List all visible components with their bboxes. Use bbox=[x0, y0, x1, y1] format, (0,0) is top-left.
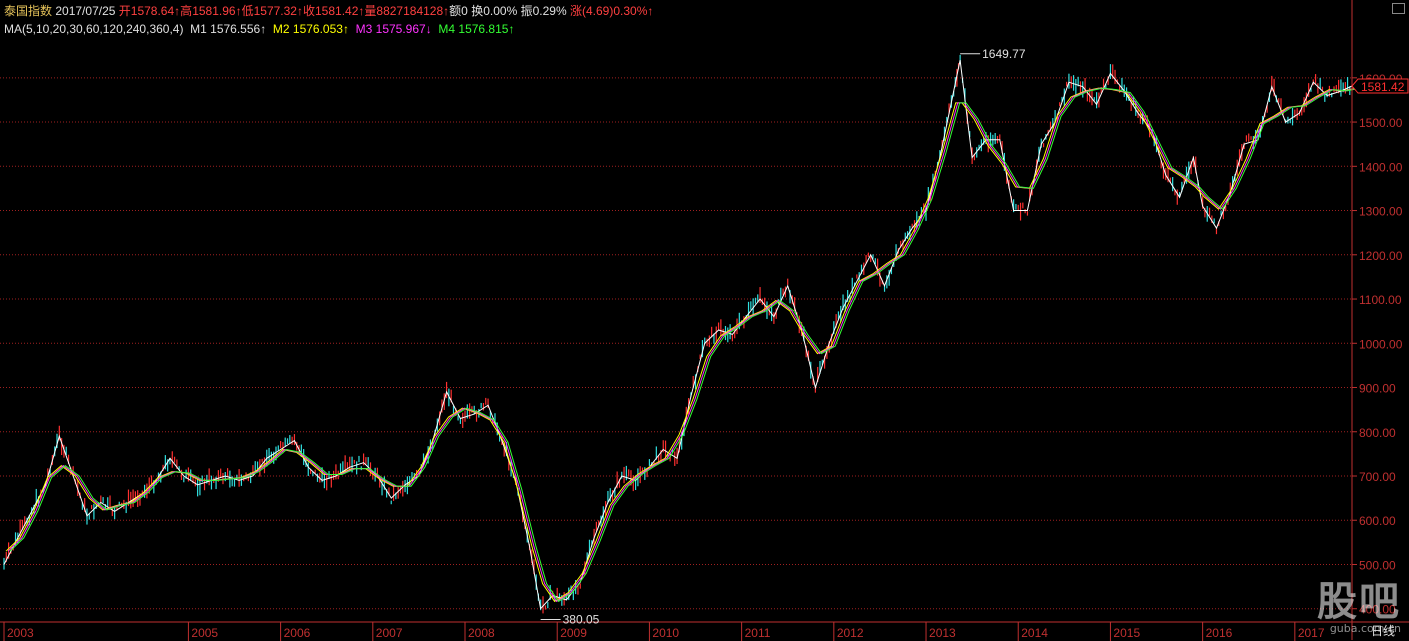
x-tick-label: 2014 bbox=[1021, 626, 1048, 640]
current-price-tag: 1581.42 bbox=[1351, 78, 1409, 94]
y-tick-label: 1100.00 bbox=[1359, 293, 1402, 307]
close-label: 收 bbox=[302, 4, 315, 18]
low-value: 1577.32↑ bbox=[253, 4, 303, 18]
x-tick-label: 2007 bbox=[376, 626, 403, 640]
amount-label: 额 bbox=[449, 4, 462, 18]
period-label[interactable]: 日线 bbox=[1371, 622, 1395, 639]
index-name: 泰国指数 bbox=[4, 4, 53, 18]
turnover-label: 换 bbox=[471, 4, 484, 18]
price-chart[interactable]: 400.00500.00600.00700.00800.00900.001000… bbox=[0, 0, 1409, 641]
high-label: 高 bbox=[180, 4, 193, 18]
x-tick-label: 2010 bbox=[652, 626, 679, 640]
bar-date: 2017/07/25 bbox=[55, 4, 116, 18]
high-annotation: 1649.77 bbox=[982, 47, 1026, 61]
amplitude-label: 振 bbox=[520, 4, 533, 18]
change-label: 涨 bbox=[569, 4, 582, 18]
y-tick-label: 500.00 bbox=[1359, 558, 1396, 572]
maximize-icon[interactable] bbox=[1392, 3, 1405, 14]
grid-lines bbox=[0, 77, 1352, 610]
y-tick-label: 600.00 bbox=[1359, 514, 1396, 528]
ma4-label: M4 bbox=[438, 22, 456, 36]
volume-label: 量 bbox=[364, 4, 377, 18]
low-annotation: 380.05 bbox=[563, 613, 600, 627]
y-tick-label: 1400.00 bbox=[1359, 160, 1403, 174]
ma3-line bbox=[7, 87, 1357, 603]
x-tick-label: 2009 bbox=[560, 626, 587, 640]
x-tick-label: 2008 bbox=[468, 626, 495, 640]
low-label: 低 bbox=[241, 4, 254, 18]
y-tick-label: 1300.00 bbox=[1359, 205, 1403, 219]
y-tick-label: 800.00 bbox=[1359, 426, 1396, 440]
x-tick-label: 2011 bbox=[745, 626, 771, 640]
watermark-logo: 股吧 bbox=[1317, 579, 1401, 625]
amplitude-value: 0.29% bbox=[532, 4, 567, 18]
y-tick-label: 1200.00 bbox=[1359, 249, 1403, 263]
x-tick-label: 2015 bbox=[1113, 626, 1140, 640]
price-tag-value: 1581.42 bbox=[1361, 80, 1405, 94]
ma1-label: M1 bbox=[190, 22, 207, 36]
axes: 400.00500.00600.00700.00800.00900.001000… bbox=[0, 0, 1409, 641]
ma1-value: 1576.556↑ bbox=[210, 22, 267, 36]
ma4-value: 1576.815↑ bbox=[458, 22, 515, 36]
close-value: 1581.42↑ bbox=[315, 4, 365, 18]
ma4-line bbox=[9, 87, 1359, 603]
x-tick-label: 2006 bbox=[284, 626, 311, 640]
ma-params[interactable]: MA(5,10,20,30,60,120,240,360,4) bbox=[4, 22, 183, 36]
amount-value: 0 bbox=[461, 4, 468, 18]
x-tick-label: 2003 bbox=[7, 626, 34, 640]
y-tick-label: 1000.00 bbox=[1359, 337, 1403, 351]
ma2-line bbox=[5, 87, 1355, 603]
y-tick-label: 700.00 bbox=[1359, 470, 1396, 484]
y-tick-label: 1500.00 bbox=[1359, 116, 1403, 130]
turnover-value: 0.00% bbox=[483, 4, 518, 18]
ma3-value: 1575.967↓ bbox=[375, 22, 432, 36]
x-tick-label: 2013 bbox=[929, 626, 956, 640]
x-tick-label: 2012 bbox=[837, 626, 864, 640]
ohlc-header: 泰国指数 2017/07/25 开1578.64↑高1581.96↑低1577.… bbox=[4, 4, 653, 18]
volume-value: 8827184128↑ bbox=[376, 4, 450, 18]
high-value: 1581.96↑ bbox=[192, 4, 242, 18]
price-series bbox=[3, 54, 1351, 614]
open-value: 1578.64↑ bbox=[130, 4, 181, 18]
annotations: 1649.77 380.05 bbox=[540, 47, 1026, 627]
ma1-line bbox=[3, 59, 1353, 610]
ma3-label: M3 bbox=[355, 22, 373, 36]
change-value: (4.69)0.30%↑ bbox=[582, 4, 654, 18]
ma2-value: 1576.053↑ bbox=[292, 22, 349, 36]
moving-average-lines bbox=[3, 59, 1359, 610]
open-label: 开 bbox=[118, 4, 131, 18]
x-tick-label: 2005 bbox=[191, 626, 218, 640]
ma-header: MA(5,10,20,30,60,120,240,360,4) M1 1576.… bbox=[4, 22, 514, 36]
x-tick-label: 2016 bbox=[1206, 626, 1233, 640]
y-tick-label: 900.00 bbox=[1359, 382, 1396, 396]
ma2-label: M2 bbox=[272, 22, 290, 36]
